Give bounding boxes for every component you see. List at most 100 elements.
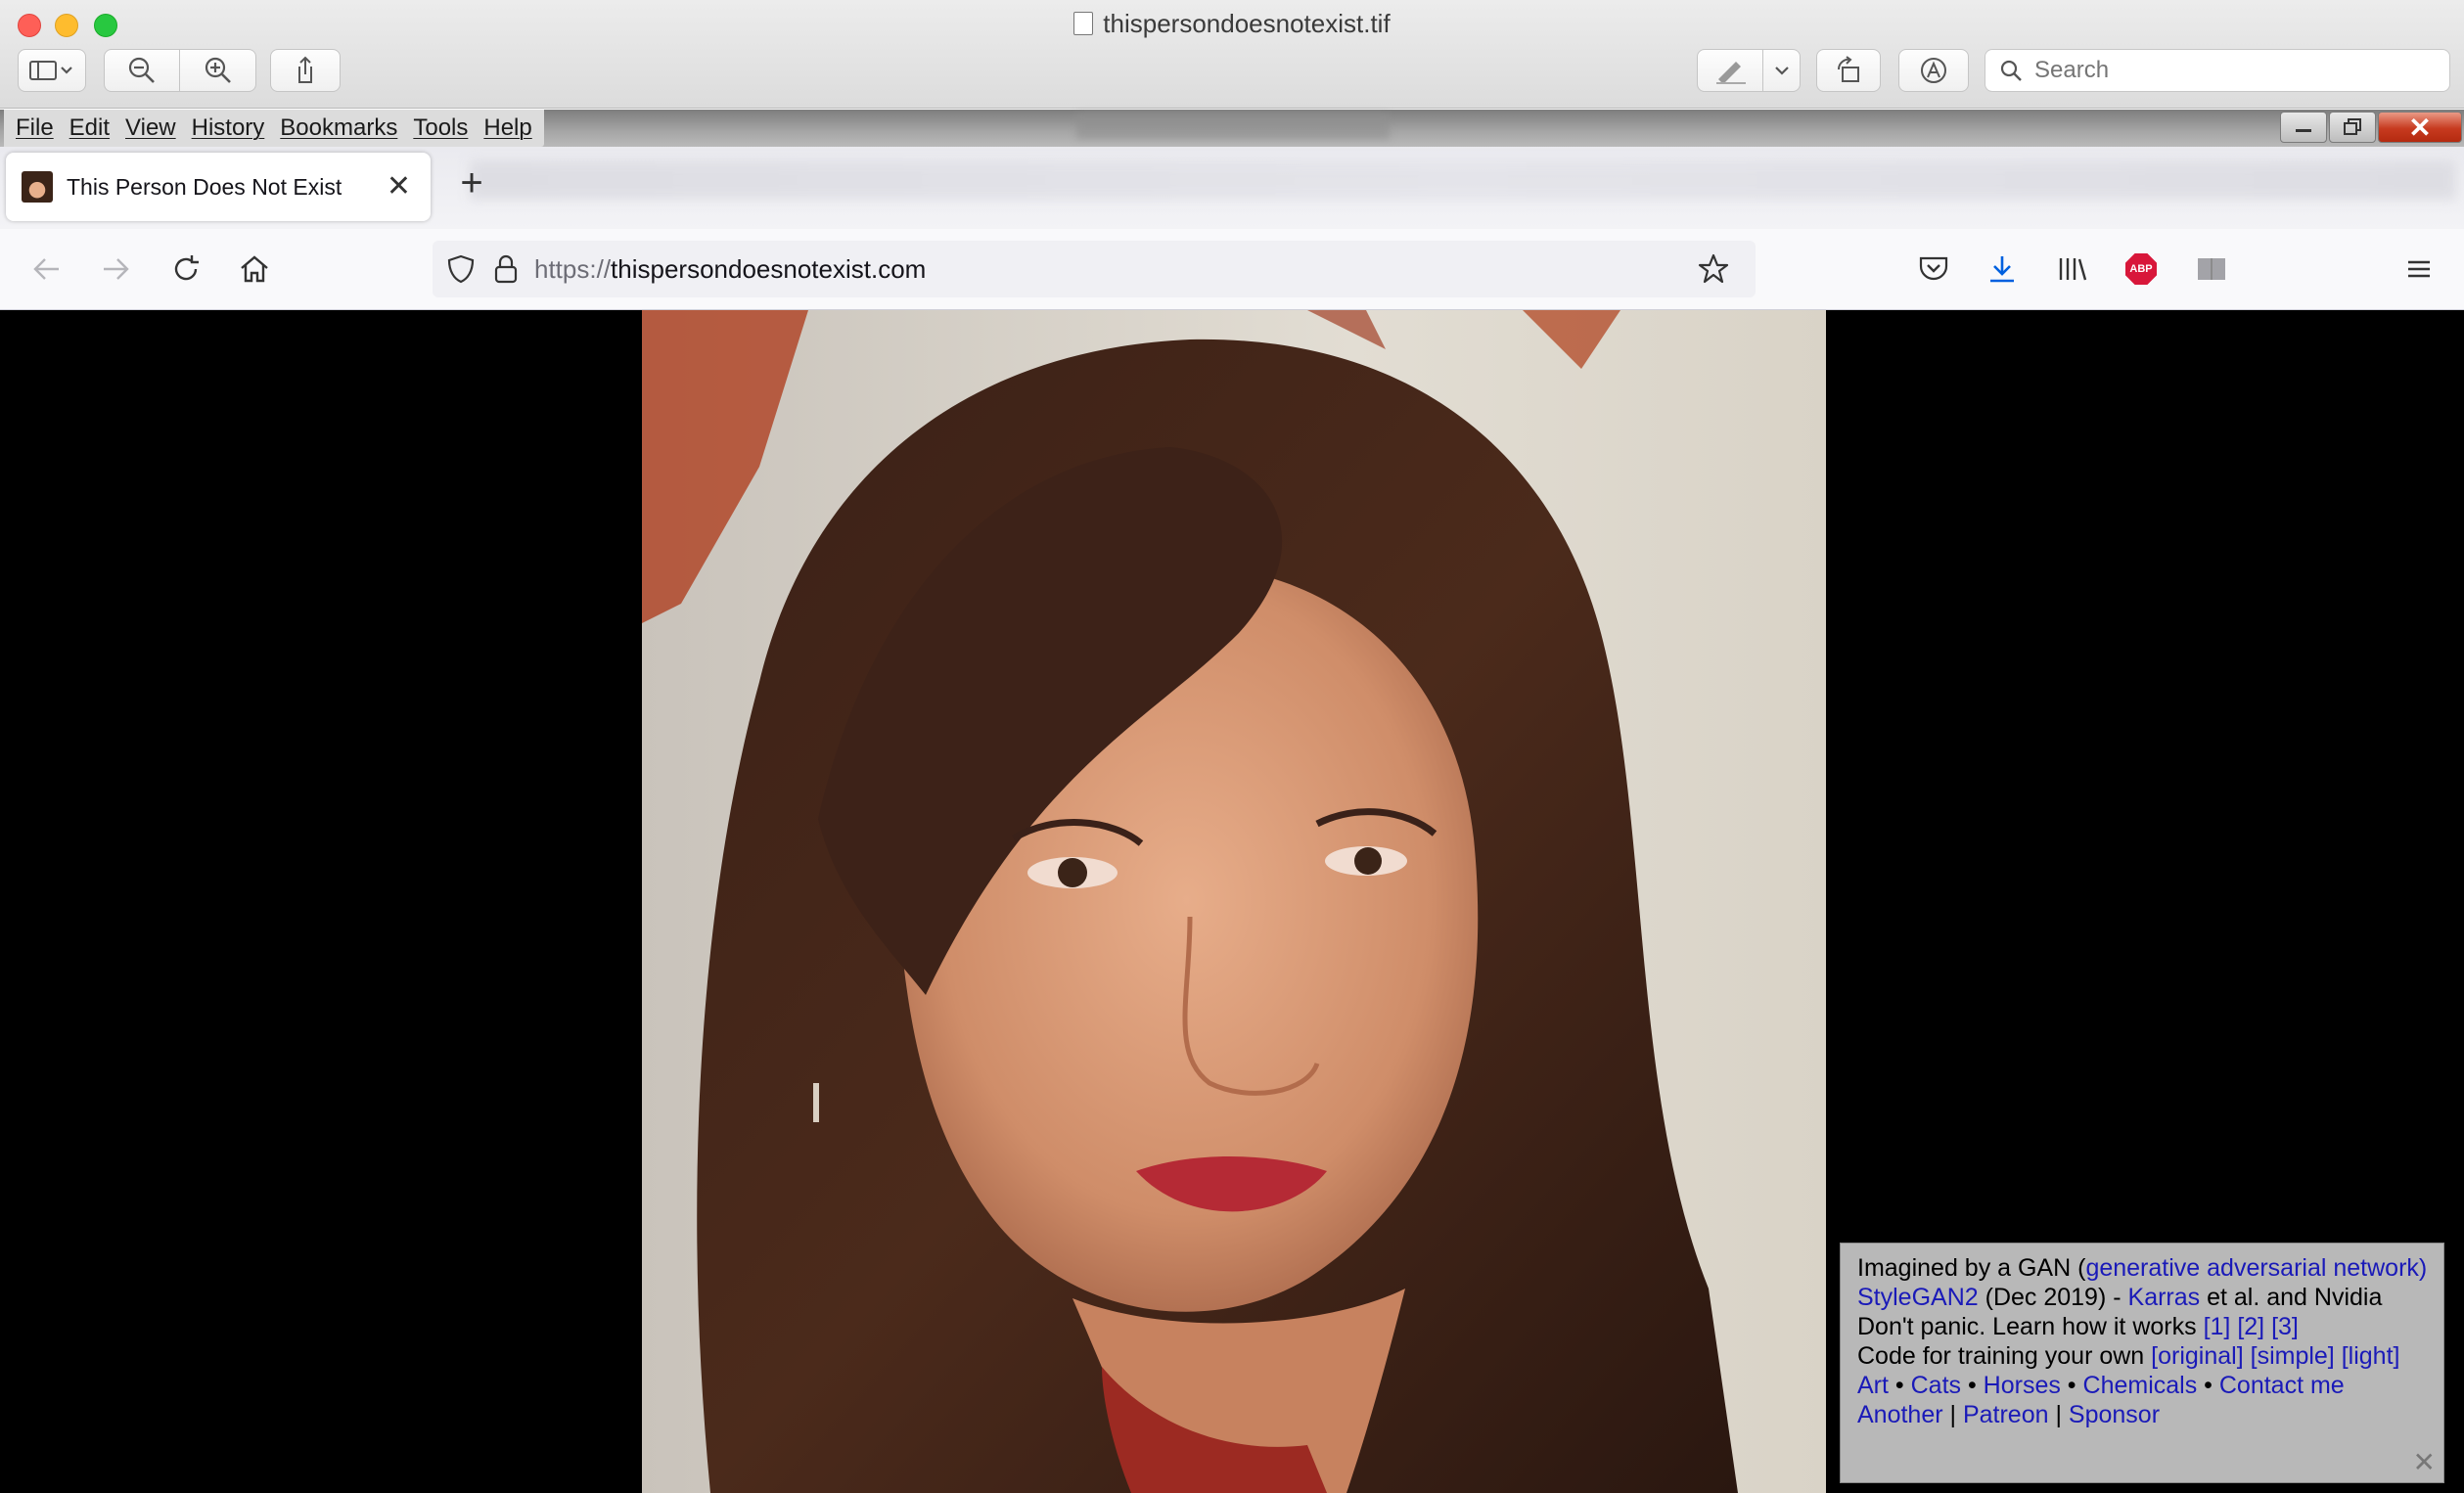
link-patreon[interactable]: Patreon: [1963, 1401, 2049, 1428]
reader-icon: [2198, 258, 2225, 280]
url-host: thispersondoesnotexist.com: [611, 253, 927, 284]
gan-line-2: StyleGAN2 (Dec 2019) - Karras et al. and…: [1857, 1283, 2443, 1312]
search-input[interactable]: [2032, 56, 2428, 85]
rotate-button[interactable]: [1816, 49, 1881, 92]
annotate-button[interactable]: [1898, 49, 1969, 92]
sidebar-icon: [29, 61, 72, 80]
menu-help[interactable]: Help: [476, 110, 539, 147]
zoom-in-button[interactable]: [180, 49, 256, 92]
portrait-illustration: [642, 310, 1826, 1493]
gan-line-6: Another | Patreon | Sponsor: [1857, 1400, 2443, 1429]
window-title: thispersondoesnotexist.tif: [0, 6, 2464, 41]
gan-text: (Dec 2019) -: [1978, 1284, 2128, 1311]
new-tab-button[interactable]: +: [452, 163, 491, 204]
menu-view[interactable]: View: [117, 110, 184, 147]
hamburger-menu-icon: [2408, 260, 2430, 278]
rotate-icon: [1837, 56, 1859, 82]
blurred-title-ghost: [1076, 113, 1390, 139]
link-light[interactable]: [light]: [2342, 1342, 2400, 1370]
preview-titlebar: thispersondoesnotexist.tif: [0, 0, 2464, 109]
link-another[interactable]: Another: [1857, 1401, 1943, 1428]
separator: |: [2048, 1401, 2069, 1428]
blurred-tab-ghost: [470, 160, 2456, 200]
link-stylegan2[interactable]: StyleGAN2: [1857, 1284, 1979, 1311]
link-contact-me[interactable]: Contact me: [2219, 1372, 2345, 1399]
home-button[interactable]: [235, 249, 274, 289]
gan-line-1: Imagined by a GAN (generative adversaria…: [1857, 1253, 2443, 1283]
sidebar-toggle-button[interactable]: [18, 49, 86, 92]
tab-this-person-does-not-exist[interactable]: This Person Does Not Exist ✕: [6, 153, 431, 221]
gan-text: Imagined by a GAN (: [1857, 1254, 2086, 1282]
share-icon: [298, 56, 312, 83]
reload-icon: [174, 255, 199, 281]
tab-strip: This Person Does Not Exist ✕ +: [0, 147, 2464, 229]
link-karras[interactable]: Karras: [2128, 1284, 2201, 1311]
url-text[interactable]: https://thispersondoesnotexist.com: [534, 254, 926, 285]
tab-close-icon[interactable]: ✕: [387, 172, 411, 202]
share-button[interactable]: [270, 49, 341, 92]
adblock-plus-button[interactable]: ABP: [2122, 249, 2161, 289]
reader-view-button[interactable]: [2192, 249, 2231, 289]
app-menu-button[interactable]: [2399, 249, 2439, 289]
markup-menu-button[interactable]: [1763, 49, 1801, 92]
navigation-toolbar: https://thispersondoesnotexist.com ABP: [0, 229, 2464, 310]
close-button[interactable]: ✕: [2378, 112, 2462, 143]
link-art[interactable]: Art: [1857, 1372, 1889, 1399]
minimize-icon: [2296, 129, 2311, 132]
link-chemicals[interactable]: Chemicals: [2083, 1372, 2198, 1399]
forward-button[interactable]: [96, 249, 135, 289]
separator: |: [1942, 1401, 1963, 1428]
separator: •: [1961, 1372, 1984, 1399]
tab-title: This Person Does Not Exist: [67, 173, 342, 200]
downloads-button[interactable]: [1983, 249, 2022, 289]
gan-line-4: Code for training your own [original] [s…: [1857, 1341, 2443, 1371]
zoom-out-button[interactable]: [104, 49, 180, 92]
menu-file[interactable]: File: [8, 110, 62, 147]
separator: •: [1888, 1372, 1911, 1399]
gan-panel-close-icon[interactable]: ✕: [2413, 1449, 2436, 1476]
link-generative-adversarial-network[interactable]: generative adversarial network: [2085, 1254, 2418, 1282]
back-button[interactable]: [27, 249, 67, 289]
separator: •: [2197, 1372, 2219, 1399]
download-icon: [1990, 256, 2014, 283]
pocket-button[interactable]: [1914, 249, 1953, 289]
minimize-button[interactable]: [2280, 112, 2327, 143]
library-button[interactable]: [2053, 249, 2092, 289]
adblock-plus-icon: ABP: [2125, 253, 2157, 285]
window-title-text: thispersondoesnotexist.tif: [1103, 9, 1391, 38]
menu-tools[interactable]: Tools: [405, 110, 476, 147]
forward-arrow-icon: [104, 258, 129, 280]
link-sponsor[interactable]: Sponsor: [2069, 1401, 2160, 1428]
menu-history[interactable]: History: [184, 110, 273, 147]
firefox-menubar: File Edit View History Bookmarks Tools H…: [0, 110, 2464, 147]
link-ref-3[interactable]: [3]: [2271, 1313, 2299, 1340]
back-arrow-icon: [33, 258, 59, 280]
url-bar[interactable]: https://thispersondoesnotexist.com: [433, 241, 1756, 297]
link-horses[interactable]: Horses: [1984, 1372, 2061, 1399]
bookmark-star-icon[interactable]: [1697, 252, 1730, 286]
link-simple[interactable]: [simple]: [2251, 1342, 2335, 1370]
markup-button[interactable]: [1697, 49, 1763, 92]
search-icon: [2000, 60, 2022, 81]
chevron-down-icon: [1774, 67, 1789, 75]
link-ref-2[interactable]: [2]: [2237, 1313, 2264, 1340]
preview-search-field[interactable]: [1985, 49, 2450, 92]
link-ref-1[interactable]: [1]: [2204, 1313, 2231, 1340]
link-original[interactable]: [original]: [2151, 1342, 2244, 1370]
menu-bookmarks[interactable]: Bookmarks: [272, 110, 405, 147]
tracking-protection-shield-icon[interactable]: [446, 253, 476, 285]
separator: •: [2060, 1372, 2083, 1399]
menu-edit[interactable]: Edit: [62, 110, 117, 147]
reload-button[interactable]: [166, 249, 205, 289]
restore-button[interactable]: [2329, 112, 2376, 143]
gan-close-paren: ): [2418, 1254, 2428, 1282]
generated-face-photo: [642, 310, 1826, 1493]
lock-icon[interactable]: [493, 253, 519, 285]
zoom-in-icon: [205, 57, 231, 83]
tif-document-icon: [1073, 12, 1094, 35]
gan-line-5: Art • Cats • Horses • Chemicals • Contac…: [1857, 1371, 2443, 1400]
gan-text: et al. and Nvidia: [2200, 1284, 2383, 1311]
home-icon: [241, 255, 268, 283]
gan-text: Code for training your own: [1857, 1342, 2152, 1370]
link-cats[interactable]: Cats: [1911, 1372, 1961, 1399]
